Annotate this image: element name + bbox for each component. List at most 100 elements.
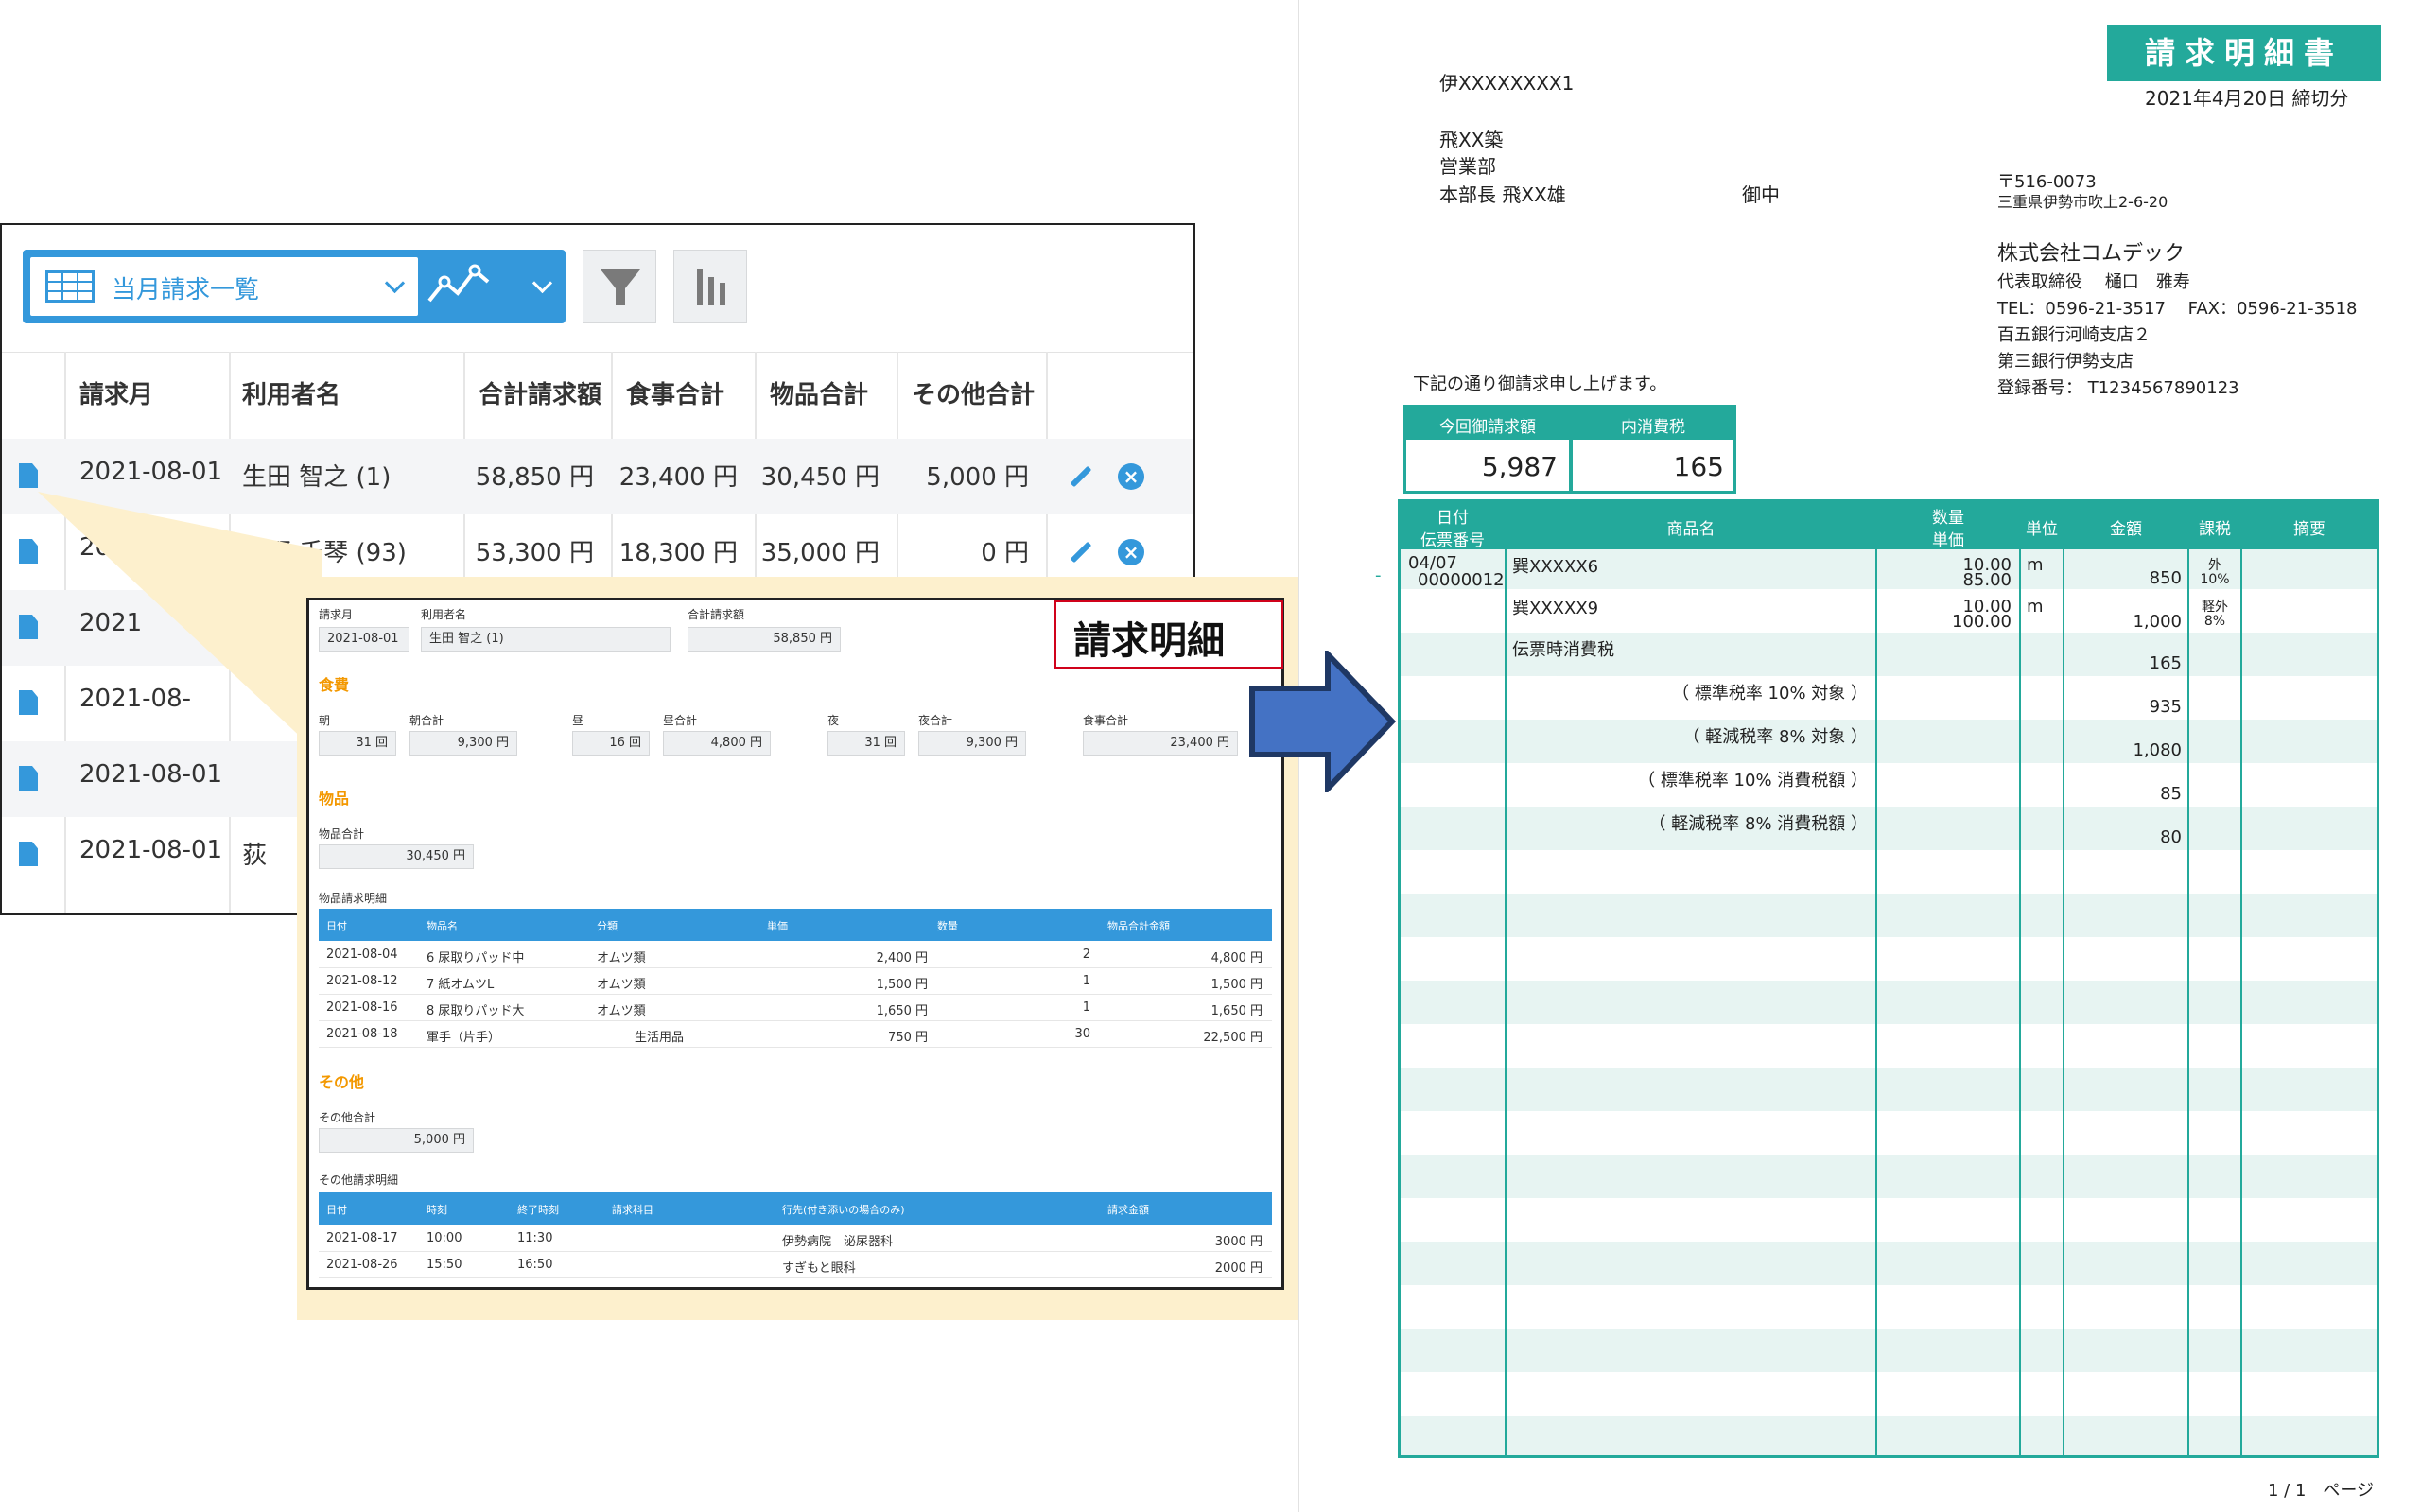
recipient-person: 本部長 飛XX雄: [1439, 183, 1566, 206]
column-header[interactable]: 合計請求額: [479, 375, 601, 410]
table-row[interactable]: 2021-08-01 生田 智之 (1) 58,850 円 23,400 円 3…: [2, 439, 1193, 514]
th-item: 商品名: [1666, 520, 1716, 539]
filter-button[interactable]: [583, 250, 656, 323]
line-item: （ 軽減税率 8% 消費税額 ）: [1648, 814, 1868, 834]
record-detail-icon[interactable]: [19, 690, 38, 715]
sender-bank-2: 第三銀行伊勢支店: [1997, 352, 2134, 372]
line-item: 伝票時消費税: [1512, 640, 1614, 660]
section-other: その他: [319, 1073, 365, 1091]
delete-icon[interactable]: ×: [1118, 463, 1144, 490]
other-row: 2021-08-17 10:00 11:30 伊勢病院 泌尿器科 3000 円: [319, 1225, 1272, 1252]
cell-month: 2021: [79, 609, 143, 637]
cell-other: 0 円: [981, 539, 1029, 567]
column-line: [2063, 502, 2064, 1455]
other-cell: 15:50: [427, 1258, 462, 1272]
goods-cell: 30: [1074, 1027, 1090, 1041]
cell-total: 53,300 円: [475, 539, 594, 567]
line-amount: 850: [2149, 568, 2182, 588]
other-col-header: 日付: [326, 1204, 347, 1216]
goods-col-header: 物品合計金額: [1107, 920, 1170, 932]
goods-cell: 2: [1082, 947, 1090, 962]
goods-cell: 1,650 円: [876, 1004, 928, 1018]
line-amount: 935: [2149, 697, 2182, 717]
sender-company: 株式会社コムデック: [1997, 242, 2186, 266]
line-graph-icon: [427, 264, 490, 303]
column-line: [1505, 502, 1507, 1455]
other-cell: 3000 円: [1214, 1235, 1263, 1249]
invoice-table: 日付 伝票番号 商品名 数量 単価 単位 金額 課税 摘要 04/07 0000…: [1398, 499, 2379, 1458]
cell-meal: 23,400 円: [618, 463, 738, 492]
field-goods-total: 30,450 円: [319, 844, 474, 869]
label-meal-total: 食事合計: [1083, 714, 1129, 727]
column-header[interactable]: その他合計: [912, 375, 1035, 410]
goods-col-header: 日付: [326, 920, 347, 932]
goods-cell: 1: [1082, 974, 1090, 988]
view-select[interactable]: 当月請求一覧: [30, 257, 418, 316]
label-other-total: その他合計: [319, 1111, 376, 1124]
delete-icon[interactable]: ×: [1118, 539, 1144, 565]
column-line: [1875, 502, 1877, 1455]
goods-cell: 2,400 円: [876, 951, 928, 965]
line-tax-rate: 10%: [2200, 572, 2230, 587]
other-col-header: 終了時刻: [517, 1204, 559, 1216]
label-noon: 昼: [572, 714, 584, 727]
goods-cell: 2021-08-04: [326, 947, 398, 962]
label-night: 夜: [827, 714, 840, 727]
cell-month: 2021-08-: [79, 685, 192, 713]
recipient-company: 飛XX築: [1439, 129, 1504, 151]
customer-code: 伊XXXXXXXX1: [1439, 72, 1575, 95]
margin-mark: -: [1375, 565, 1382, 585]
column-line: [2240, 502, 2242, 1455]
goods-col-header: 単価: [767, 920, 788, 932]
record-detail-icon[interactable]: [19, 615, 38, 639]
other-col-header: 行先(付き添いの場合のみ): [782, 1204, 905, 1216]
column-header[interactable]: 物品合計: [770, 375, 868, 410]
label-morning: 朝: [319, 714, 331, 727]
goods-cell: 8 尿取りパッド大: [427, 1004, 525, 1018]
th-qty: 数量: [1932, 509, 1964, 528]
edit-icon[interactable]: [1070, 541, 1092, 564]
record-detail-icon[interactable]: [19, 766, 38, 791]
goods-row: 2021-08-16 8 尿取りパッド大 オムツ類 1,650 円 1 1,65…: [319, 994, 1272, 1021]
goods-cell: 7 紙オムツL: [427, 978, 495, 992]
cell-month: 2021-08-01: [79, 760, 223, 789]
line-amount: 1,080: [2133, 740, 2182, 760]
line-unit: m: [2027, 555, 2044, 575]
graph-view-button[interactable]: [426, 259, 511, 314]
goods-col-header: 数量: [937, 920, 958, 932]
field-other-total: 5,000 円: [319, 1128, 474, 1153]
label-goods-total: 物品合計: [319, 827, 365, 841]
record-detail-icon[interactable]: [19, 539, 38, 564]
section-meal: 食費: [319, 676, 350, 694]
column-header[interactable]: 食事合計: [626, 375, 724, 410]
goods-cell: オムツ類: [597, 1004, 646, 1018]
sender-bank-1: 百五銀行河崎支店２: [1997, 325, 2151, 345]
field-noon: 16 回: [572, 731, 650, 756]
goods-cell: オムツ類: [597, 951, 646, 965]
cell-total: 58,850 円: [475, 463, 594, 492]
cell-name: 荻: [242, 842, 268, 870]
column-header[interactable]: 請求月: [79, 375, 153, 410]
goods-cell: 2021-08-18: [326, 1027, 398, 1041]
other-cell: 16:50: [517, 1258, 553, 1272]
sender-representative: 代表取締役 樋口 雅寿: [1997, 272, 2190, 292]
label-night-total: 夜合計: [918, 714, 953, 727]
goods-col-header: 分類: [597, 920, 618, 932]
goods-cell: 750 円: [888, 1031, 928, 1045]
goods-table-header: 日付 物品名 分類 単価 数量 物品合計金額: [319, 909, 1272, 941]
invoice-summary: 今回御請求額 内消費税 5,987 165: [1403, 405, 1736, 494]
label-month: 請求月: [319, 608, 354, 621]
record-detail-icon[interactable]: [19, 842, 38, 866]
goods-cell: 1,500 円: [876, 978, 928, 992]
other-cell: すぎもと眼科: [782, 1261, 856, 1276]
record-detail-icon[interactable]: [19, 463, 38, 488]
edit-icon[interactable]: [1070, 465, 1092, 488]
closing-date: 2021年4月20日 締切分: [2145, 87, 2349, 110]
goods-cell: 1: [1082, 1000, 1090, 1015]
line-tax-type: 軽外: [2202, 600, 2228, 615]
sender-registration: 登録番号： T1234567890123: [1997, 378, 2239, 398]
right-arrow-icon: [1249, 651, 1396, 792]
graph-button[interactable]: [673, 250, 747, 323]
chevron-down-icon[interactable]: [531, 272, 553, 294]
column-header[interactable]: 利用者名: [242, 375, 340, 410]
